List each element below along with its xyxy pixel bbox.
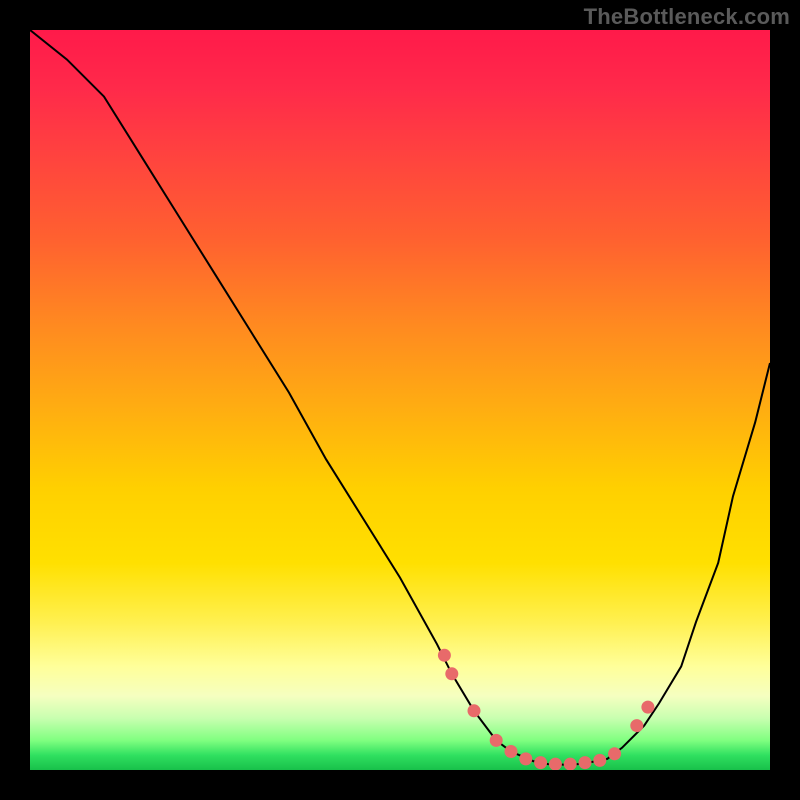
plot-area <box>30 30 770 770</box>
marker-dot <box>549 758 562 770</box>
curve-path <box>30 30 770 765</box>
marker-dot <box>468 704 481 717</box>
attribution-label: TheBottleneck.com <box>584 4 790 30</box>
marker-dot <box>445 667 458 680</box>
marker-dot <box>579 756 592 769</box>
marker-dot <box>608 747 621 760</box>
marker-dot <box>630 719 643 732</box>
curve-markers <box>438 649 655 770</box>
marker-dot <box>593 754 606 767</box>
marker-dot <box>641 701 654 714</box>
marker-dot <box>564 758 577 770</box>
marker-dot <box>505 745 518 758</box>
chart-svg <box>30 30 770 770</box>
marker-dot <box>534 756 547 769</box>
marker-dot <box>438 649 451 662</box>
curve-line <box>30 30 770 765</box>
chart-frame: TheBottleneck.com <box>0 0 800 800</box>
marker-dot <box>519 752 532 765</box>
marker-dot <box>490 734 503 747</box>
